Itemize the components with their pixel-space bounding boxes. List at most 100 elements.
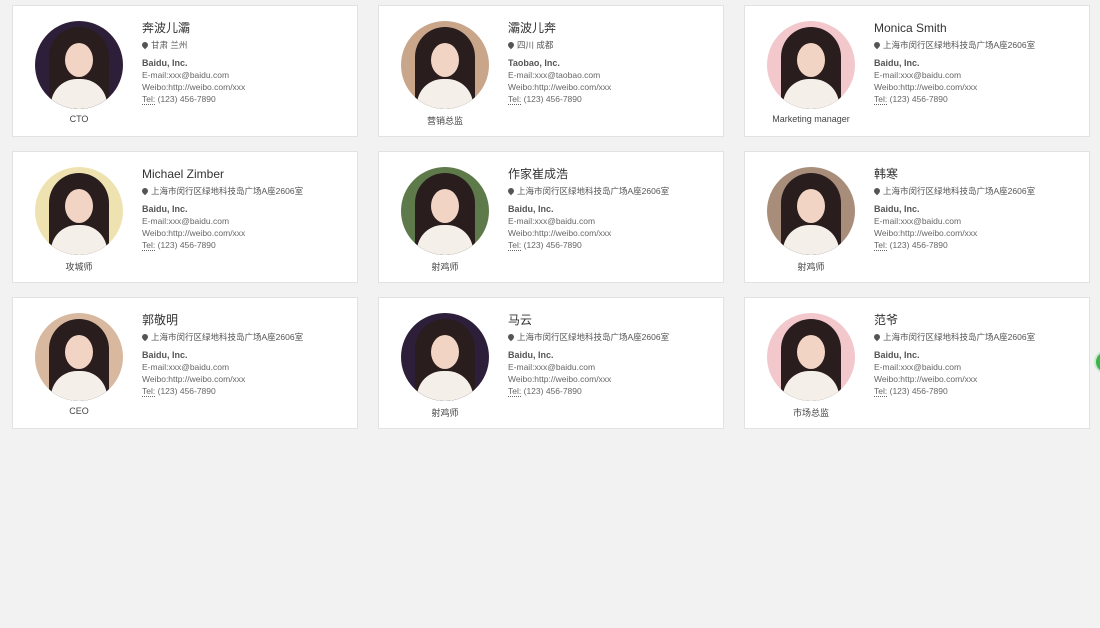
contact-card[interactable]: Marketing manager Monica Smith 上海市闵行区绿地科… — [744, 5, 1090, 137]
company-name: Taobao, Inc. — [508, 58, 560, 68]
avatar-block: 营销总监 — [401, 21, 489, 127]
contact-name[interactable]: 作家崔成浩 — [508, 167, 718, 181]
role-label: 营销总监 — [426, 116, 463, 126]
address-line: 上海市闵行区绿地科技岛广场A座2606室 — [142, 186, 352, 197]
contact-info: 奔波儿灞 甘肃 兰州 Baidu, Inc. E-mail:xxx@baidu.… — [142, 21, 352, 105]
contact-card[interactable]: 射鸡师 马云 上海市闵行区绿地科技岛广场A座2606室 Baidu, Inc. … — [378, 297, 724, 429]
avatar[interactable] — [35, 21, 123, 109]
tel-abbr: Tel: — [142, 94, 156, 105]
email-text: E-mail:xxx@taobao.com — [508, 70, 601, 80]
map-marker-icon — [508, 334, 514, 342]
contact-name[interactable]: Michael Zimber — [142, 167, 352, 181]
contact-card[interactable]: 市场总监 范爷 上海市闵行区绿地科技岛广场A座2606室 Baidu, Inc.… — [744, 297, 1090, 429]
avatar-block: 射鸡师 — [401, 167, 489, 273]
address-line: 甘肃 兰州 — [142, 40, 352, 51]
avatar-block: Marketing manager — [767, 21, 855, 124]
tel-abbr: Tel: — [508, 240, 522, 251]
contact-info: 作家崔成浩 上海市闵行区绿地科技岛广场A座2606室 Baidu, Inc. E… — [508, 167, 718, 251]
phone-line: Tel: (123) 456-7890 — [508, 239, 718, 251]
email-text: E-mail:xxx@baidu.com — [508, 216, 596, 226]
email-text: E-mail:xxx@baidu.com — [142, 216, 230, 226]
address-line: 四川 成都 — [508, 40, 718, 51]
address-line: 上海市闵行区绿地科技岛广场A座2606室 — [142, 332, 352, 343]
avatar-block: 市场总监 — [767, 313, 855, 419]
weibo-text: Weibo:http://weibo.com/xxx — [508, 82, 612, 92]
tel-abbr: Tel: — [508, 94, 522, 105]
contact-name[interactable]: 郭敬明 — [142, 313, 352, 327]
phone-line: Tel: (123) 456-7890 — [874, 385, 1084, 397]
contact-info: 郭敬明 上海市闵行区绿地科技岛广场A座2606室 Baidu, Inc. E-m… — [142, 313, 352, 397]
avatar-block: 攻城师 — [35, 167, 123, 273]
contact-name[interactable]: 马云 — [508, 313, 718, 327]
weibo-text: Weibo:http://weibo.com/xxx — [874, 374, 978, 384]
tel-abbr: Tel: — [508, 386, 522, 397]
contact-card[interactable]: 营销总监 灞波儿奔 四川 成都 Taobao, Inc. E-mail:xxx@… — [378, 5, 724, 137]
contact-info: 范爷 上海市闵行区绿地科技岛广场A座2606室 Baidu, Inc. E-ma… — [874, 313, 1084, 397]
phone-line: Tel: (123) 456-7890 — [874, 93, 1084, 105]
address-text: 上海市闵行区绿地科技岛广场A座2606室 — [151, 332, 304, 342]
address-text: 上海市闵行区绿地科技岛广场A座2606室 — [517, 186, 670, 196]
contact-info: 韩寒 上海市闵行区绿地科技岛广场A座2606室 Baidu, Inc. E-ma… — [874, 167, 1084, 251]
map-marker-icon — [142, 334, 148, 342]
contact-info: 灞波儿奔 四川 成都 Taobao, Inc. E-mail:xxx@taoba… — [508, 21, 718, 105]
contact-name[interactable]: 奔波儿灞 — [142, 21, 352, 35]
avatar-block: 射鸡师 — [401, 313, 489, 419]
weibo-text: Weibo:http://weibo.com/xxx — [142, 374, 246, 384]
contact-card[interactable]: 射鸡师 作家崔成浩 上海市闵行区绿地科技岛广场A座2606室 Baidu, In… — [378, 151, 724, 283]
email-text: E-mail:xxx@baidu.com — [142, 362, 230, 372]
avatar[interactable] — [767, 167, 855, 255]
avatar[interactable] — [767, 313, 855, 401]
contact-name[interactable]: Monica Smith — [874, 21, 1084, 35]
contact-card[interactable]: 攻城师 Michael Zimber 上海市闵行区绿地科技岛广场A座2606室 … — [12, 151, 358, 283]
phone-line: Tel: (123) 456-7890 — [142, 239, 352, 251]
address-line: 上海市闵行区绿地科技岛广场A座2606室 — [874, 40, 1084, 51]
company-name: Baidu, Inc. — [874, 350, 920, 360]
contact-name[interactable]: 范爷 — [874, 313, 1084, 327]
avatar[interactable] — [35, 313, 123, 401]
role-label: 射鸡师 — [797, 262, 825, 272]
map-marker-icon — [874, 334, 880, 342]
contact-info: Michael Zimber 上海市闵行区绿地科技岛广场A座2606室 Baid… — [142, 167, 352, 251]
phone-number: (123) 456-7890 — [157, 386, 216, 396]
contact-card-grid: CTO 奔波儿灞 甘肃 兰州 Baidu, Inc. E-mail:xxx@ba… — [12, 5, 1090, 429]
phone-number: (123) 456-7890 — [889, 94, 948, 104]
role-label: 射鸡师 — [431, 408, 459, 418]
company-name: Baidu, Inc. — [874, 204, 920, 214]
avatar[interactable] — [401, 21, 489, 109]
phone-line: Tel: (123) 456-7890 — [142, 93, 352, 105]
contact-info: 马云 上海市闵行区绿地科技岛广场A座2606室 Baidu, Inc. E-ma… — [508, 313, 718, 397]
role-label: 攻城师 — [65, 262, 93, 272]
phone-number: (123) 456-7890 — [157, 94, 216, 104]
weibo-text: Weibo:http://weibo.com/xxx — [874, 82, 978, 92]
map-marker-icon — [874, 42, 880, 50]
avatar[interactable] — [401, 313, 489, 401]
email-text: E-mail:xxx@baidu.com — [874, 216, 962, 226]
contact-name[interactable]: 灞波儿奔 — [508, 21, 718, 35]
tel-abbr: Tel: — [142, 386, 156, 397]
contact-info: Monica Smith 上海市闵行区绿地科技岛广场A座2606室 Baidu,… — [874, 21, 1084, 105]
role-label: 射鸡师 — [431, 262, 459, 272]
company-name: Baidu, Inc. — [142, 350, 188, 360]
contact-card[interactable]: 射鸡师 韩寒 上海市闵行区绿地科技岛广场A座2606室 Baidu, Inc. … — [744, 151, 1090, 283]
tel-abbr: Tel: — [874, 94, 888, 105]
phone-number: (123) 456-7890 — [889, 386, 948, 396]
map-marker-icon — [508, 42, 514, 50]
phone-number: (123) 456-7890 — [523, 240, 582, 250]
tel-abbr: Tel: — [874, 240, 888, 251]
contact-card[interactable]: CTO 奔波儿灞 甘肃 兰州 Baidu, Inc. E-mail:xxx@ba… — [12, 5, 358, 137]
phone-line: Tel: (123) 456-7890 — [142, 385, 352, 397]
company-name: Baidu, Inc. — [508, 350, 554, 360]
avatar-block: CTO — [35, 21, 123, 124]
role-label: 市场总监 — [792, 408, 829, 418]
contact-name[interactable]: 韩寒 — [874, 167, 1084, 181]
contact-card[interactable]: CEO 郭敬明 上海市闵行区绿地科技岛广场A座2606室 Baidu, Inc.… — [12, 297, 358, 429]
avatar[interactable] — [35, 167, 123, 255]
phone-number: (123) 456-7890 — [523, 94, 582, 104]
email-text: E-mail:xxx@baidu.com — [142, 70, 230, 80]
avatar[interactable] — [767, 21, 855, 109]
weibo-text: Weibo:http://weibo.com/xxx — [508, 374, 612, 384]
weibo-text: Weibo:http://weibo.com/xxx — [874, 228, 978, 238]
email-text: E-mail:xxx@baidu.com — [874, 362, 962, 372]
avatar[interactable] — [401, 167, 489, 255]
floating-edge-button[interactable] — [1094, 350, 1100, 374]
